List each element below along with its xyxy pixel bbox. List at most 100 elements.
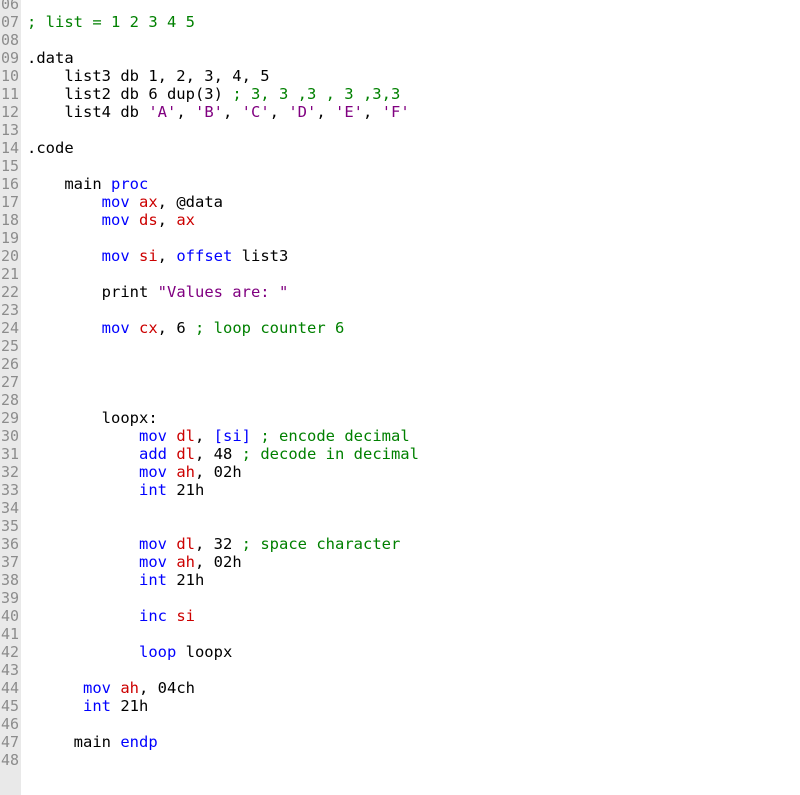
code-token: si [139,247,158,265]
code-line[interactable]: mov ds, ax [27,211,195,229]
code-editor[interactable]: 06 07 08 09 10 11 12 13 14 15 16 17 18 19 20 21 22 23 24 25… [0,0,800,795]
line-number: 37 [0,553,19,571]
code-token: 21h [166,571,205,589]
line-number-gutter: 06 07 08 09 10 11 12 13 14 15 16 17 18 19 20 21 22 23 24 25… [0,0,21,795]
line-number: 44 [0,679,19,697]
line-number: 36 [0,535,19,553]
code-line[interactable]: inc si [27,607,195,625]
code-line[interactable]: list4 db 'A', 'B', 'C', 'D', 'E', 'F' [27,103,409,121]
code-line[interactable]: main proc [27,175,148,193]
code-line[interactable]: add dl, 48 ; decode in decimal [27,445,419,463]
code-token: add [138,445,167,463]
line-number: 41 [0,625,19,643]
line-number: 06 [0,0,19,13]
line-number: 31 [0,445,19,463]
code-token: dl [176,445,195,463]
code-line[interactable]: main endp [27,733,158,751]
line-number: 46 [0,715,19,733]
line-number: 15 [0,157,19,175]
code-token: 'B' [195,103,223,121]
line-number: 17 [0,193,19,211]
code-line[interactable]: loopx: [27,409,158,427]
code-line[interactable]: list3 db 1, 2, 3, 4, 5 [27,67,270,85]
code-token: int [83,697,111,715]
code-token: dl [176,427,195,445]
code-token: list3 [232,247,289,265]
code-token: ; encode decimal [260,427,410,445]
code-line[interactable]: mov ah, 04ch [27,679,195,697]
code-line[interactable]: mov dl, 32 ; space character [27,535,400,553]
line-number: 12 [0,103,19,121]
code-line[interactable]: int 21h [27,697,148,715]
line-number: 28 [0,391,19,409]
code-line[interactable]: mov cx, 6 ; loop counter 6 [27,319,345,337]
code-token: ah [176,463,195,481]
code-line[interactable]: mov si, offset list3 [27,247,289,265]
code-line[interactable]: int 21h [27,571,204,589]
code-token: loop [138,643,177,661]
code-line[interactable]: .code [27,139,74,157]
line-number: 26 [0,355,19,373]
code-token: 21h [166,481,205,499]
code-token: main [27,175,111,193]
code-line[interactable]: mov ah, 02h [27,463,242,481]
code-token: endp [120,733,158,751]
code-token: ah [176,553,195,571]
code-line[interactable]: loop loopx [27,643,232,661]
code-token: 'D' [288,103,317,121]
code-line[interactable]: int 21h [27,481,204,499]
code-token: loopx: [27,409,158,427]
line-number: 45 [0,697,19,715]
code-line[interactable]: list2 db 6 dup(3) ; 3, 3 ,3 , 3 ,3,3 [27,85,400,103]
line-number: 32 [0,463,19,481]
line-number: 42 [0,643,19,661]
line-number: 20 [0,247,19,265]
line-number: 18 [0,211,19,229]
code-token: int [138,571,167,589]
line-number: 11 [0,85,19,103]
code-token: 'A' [148,103,177,121]
code-token: si [176,607,195,625]
code-token: mov [101,247,130,265]
code-token: offset [176,247,233,265]
code-token: 'E' [335,103,364,121]
code-token: mov [138,535,167,553]
code-token: print [27,283,158,301]
code-token: list3 db 1, 2, 3, 4, 5 [27,67,270,85]
line-number: 34 [0,499,19,517]
line-number: 30 [0,427,19,445]
code-line[interactable]: print "Values are: " [27,283,289,301]
code-area[interactable]: ; list = 1 2 3 4 5 .data list3 db 1, 2, 3… [27,0,800,795]
code-line[interactable]: mov dl, [si] ; encode decimal [27,427,410,445]
code-line[interactable]: .data [27,49,74,67]
code-line[interactable]: mov ax, @data [27,193,223,211]
code-token: , 04ch [139,679,196,697]
code-line[interactable]: ; list = 1 2 3 4 5 [27,13,195,31]
line-number: 40 [0,607,19,625]
code-token: list2 db 6 dup(3) [27,85,233,103]
line-number: 29 [0,409,19,427]
line-number: 35 [0,517,19,535]
code-token: , 32 [195,535,242,553]
code-token: mov [101,319,130,337]
line-number: 24 [0,319,19,337]
code-token: , [157,247,177,265]
code-token: mov [101,193,130,211]
code-token: ; space character [241,535,401,553]
line-number: 47 [0,733,19,751]
code-line[interactable]: mov ah, 02h [27,553,242,571]
code-token: mov [83,679,111,697]
